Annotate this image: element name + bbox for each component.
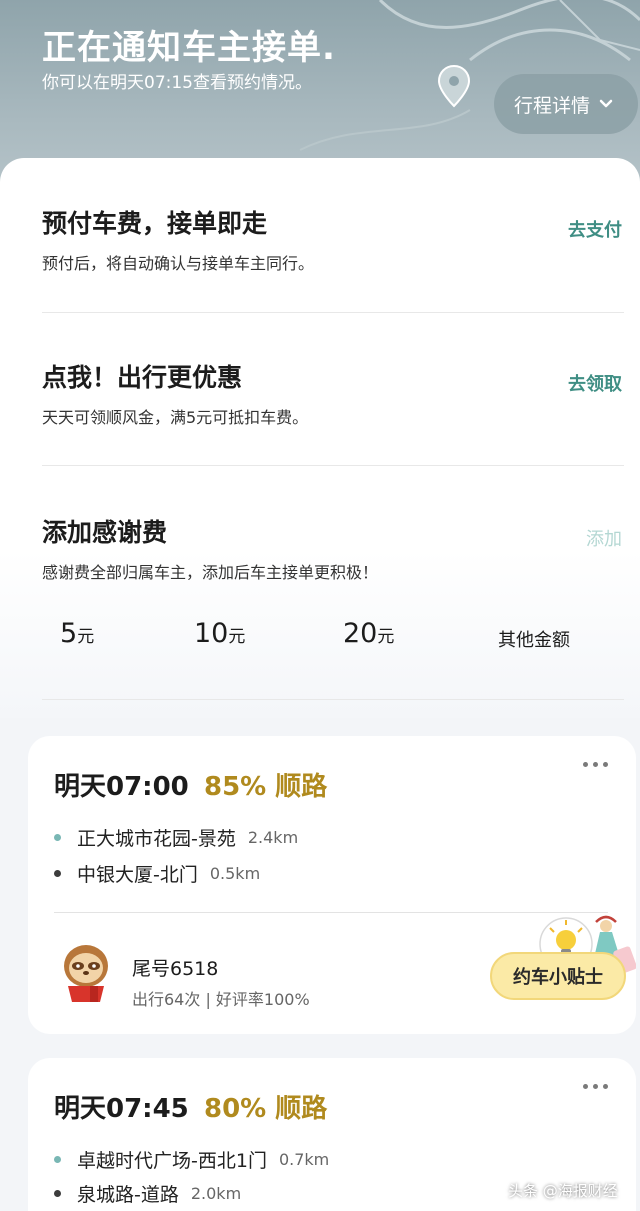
promo-subtitle: 天天可领顺风金，满5元可抵扣车费。 (42, 408, 309, 427)
claim-button[interactable]: 去领取 (568, 370, 622, 396)
start-distance: 2.4km (247, 828, 299, 847)
amount-unit: 元 (377, 627, 395, 647)
page-title: 正在通知车主接单. (42, 28, 336, 68)
thanks-fee-subtitle: 感谢费全部归属车主，添加后车主接单更积极！ (42, 563, 379, 582)
ride-tips-badge[interactable]: 约车小贴士 (486, 946, 636, 1008)
prepay-section: 预付车费，接单即走 预付后，将自动确认与接单车主同行。 去支付 (42, 204, 622, 274)
trip-details-label: 行程详情 (514, 94, 591, 117)
amount-value: 5 (60, 618, 78, 649)
driver-name: 尾号6518 (132, 958, 219, 980)
add-thanks-fee-button[interactable]: 添加 (586, 525, 622, 551)
chevron-down-icon (599, 99, 613, 108)
end-dot-icon (54, 1190, 61, 1197)
trip-details-button[interactable]: 行程详情 (494, 74, 638, 134)
end-dot-icon (54, 870, 61, 877)
end-location: 泉城路-道路 2.0km (54, 1180, 241, 1207)
start-location: 卓越时代广场-西北1门 0.7km (54, 1146, 329, 1173)
start-name: 卓越时代广场-西北1门 (77, 1150, 267, 1172)
amount-value: 10 (194, 618, 229, 649)
route-match: 80% 顺路 (204, 1094, 328, 1124)
more-icon[interactable] (583, 1084, 608, 1089)
thanks-fee-title: 添加感谢费 (42, 518, 168, 547)
promo-section: 点我！出行更优惠 天天可领顺风金，满5元可抵扣车费。 去领取 (42, 358, 622, 428)
page-subtitle: 你可以在明天07:15查看预约情况。 (42, 73, 312, 93)
divider (54, 912, 608, 913)
start-location: 正大城市花园-景苑 2.4km (54, 824, 298, 851)
sloth-avatar-icon (64, 945, 108, 1002)
amount-option-5[interactable]: 5元 (60, 618, 94, 649)
end-location: 中银大厦-北门 0.5km (54, 860, 260, 887)
route-match: 85% 顺路 (204, 772, 328, 802)
amount-unit: 元 (228, 627, 246, 647)
end-distance: 0.5km (209, 864, 261, 883)
amount-option-10[interactable]: 10元 (194, 618, 245, 649)
prepay-title: 预付车费，接单即走 (42, 209, 268, 238)
amount-unit: 元 (77, 627, 95, 647)
main-sheet: 预付车费，接单即走 预付后，将自动确认与接单车主同行。 去支付 点我！出行更优惠… (0, 158, 640, 718)
ride-tips-label: 约车小贴士 (490, 952, 626, 1000)
divider (42, 465, 624, 466)
thanks-fee-section: 添加感谢费 感谢费全部归属车主，添加后车主接单更积极！ 添加 (42, 513, 622, 583)
start-name: 正大城市花园-景苑 (77, 828, 236, 850)
amount-option-20[interactable]: 20元 (343, 618, 394, 649)
ride-time: 明天07:45 (54, 1094, 189, 1124)
thanks-fee-amounts: 5元 10元 20元 其他金额 (0, 618, 640, 658)
other-amount-option[interactable]: 其他金额 (498, 626, 570, 652)
end-name: 泉城路-道路 (77, 1184, 179, 1206)
start-distance: 0.7km (278, 1150, 330, 1169)
divider (42, 312, 624, 313)
end-distance: 2.0km (190, 1184, 242, 1203)
prepay-subtitle: 预付后，将自动确认与接单车主同行。 (42, 254, 315, 273)
watermark: 头条 @海报财经 (508, 1182, 618, 1200)
more-icon[interactable] (583, 762, 608, 767)
driver-stats: 出行64次 | 好评率100% (132, 990, 310, 1009)
amount-value: 20 (343, 618, 378, 649)
promo-title: 点我！出行更优惠 (42, 363, 243, 392)
ride-time: 明天07:00 (54, 772, 189, 802)
end-name: 中银大厦-北门 (77, 864, 198, 886)
start-dot-icon (54, 1156, 61, 1163)
pay-button[interactable]: 去支付 (568, 216, 622, 242)
start-dot-icon (54, 834, 61, 841)
location-pin-icon (437, 64, 471, 108)
divider (42, 699, 624, 700)
